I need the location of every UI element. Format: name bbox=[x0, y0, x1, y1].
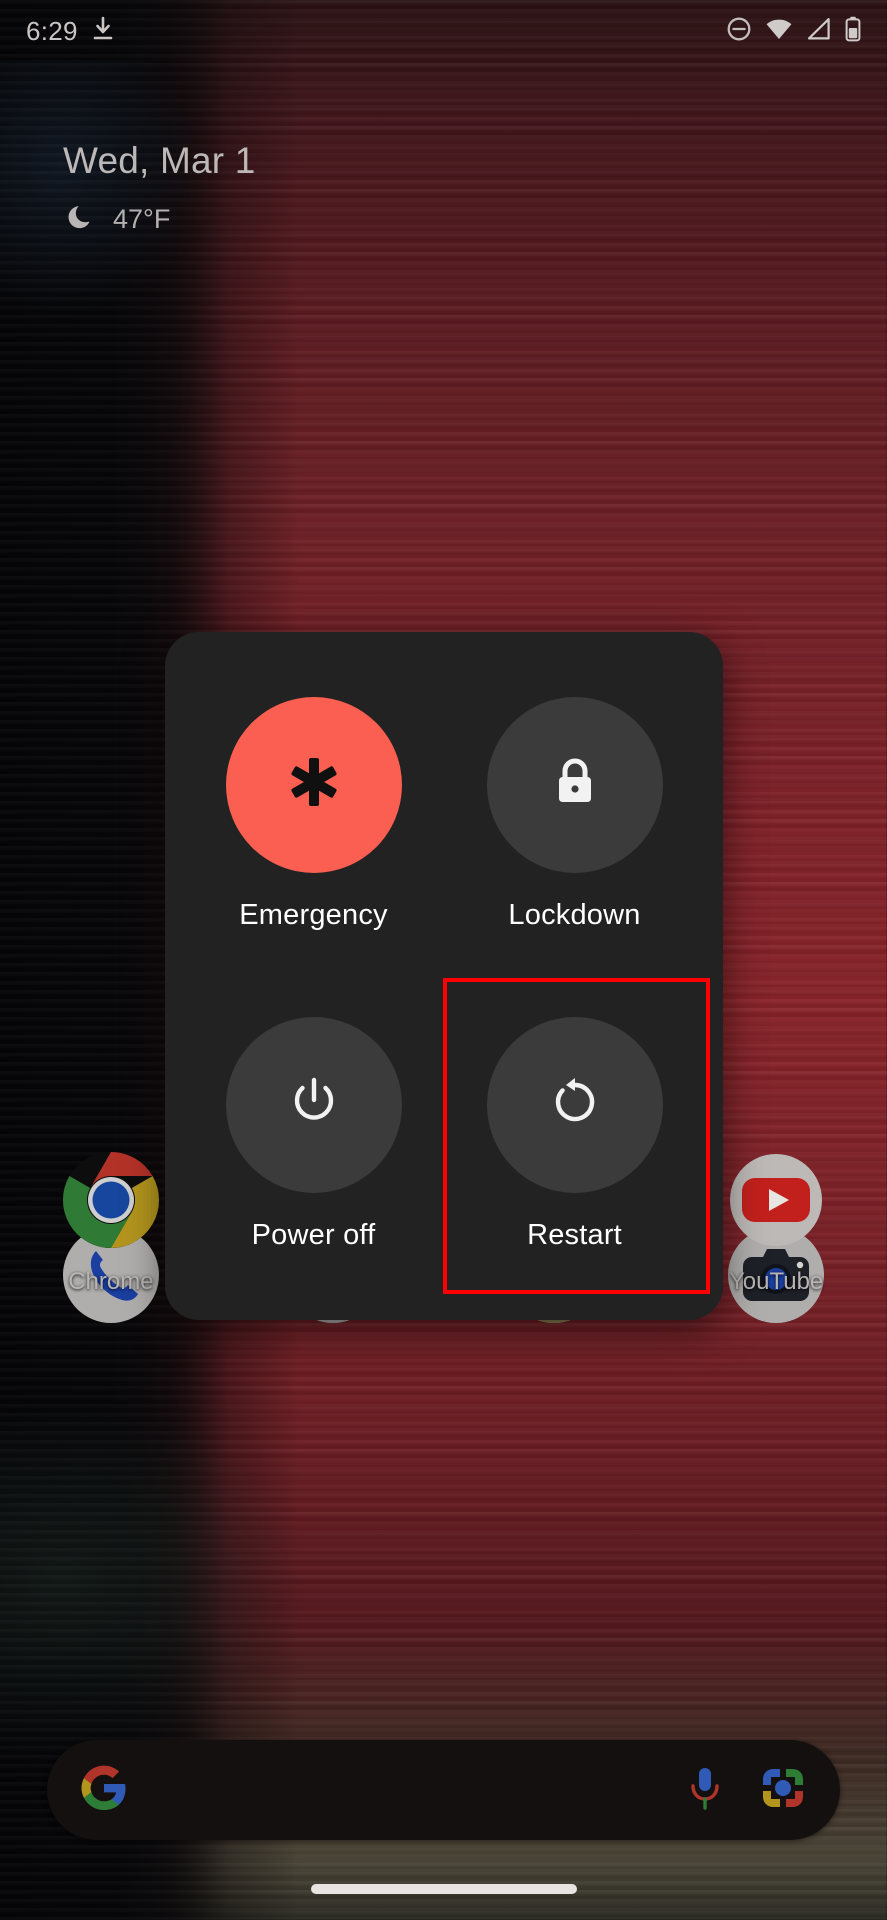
temperature-label: 47°F bbox=[113, 204, 171, 234]
power-off-button[interactable] bbox=[225, 1016, 402, 1193]
download-icon bbox=[92, 16, 114, 47]
app-label: YouTube bbox=[728, 1268, 824, 1295]
lockdown-button[interactable] bbox=[486, 696, 663, 873]
google-search-bar[interactable] bbox=[47, 1740, 840, 1840]
status-bar-clock: 6:29 bbox=[26, 15, 78, 46]
chrome-icon[interactable] bbox=[61, 1150, 161, 1250]
status-bar: 6:29 bbox=[0, 0, 887, 62]
power-menu-item-emergency[interactable]: Emergency bbox=[183, 654, 444, 974]
lock-icon bbox=[552, 756, 598, 813]
wallpaper-green-tint bbox=[0, 1400, 300, 1760]
do-not-disturb-icon bbox=[726, 16, 752, 47]
search-actions bbox=[684, 1764, 806, 1817]
date-label: Wed, Mar 1 bbox=[63, 140, 256, 181]
restart-icon bbox=[550, 1076, 600, 1133]
youtube-icon[interactable] bbox=[726, 1150, 826, 1250]
microphone-icon[interactable] bbox=[684, 1764, 726, 1817]
power-menu-label: Lockdown bbox=[508, 898, 641, 931]
power-menu-label: Restart bbox=[527, 1218, 622, 1251]
power-menu-item-restart[interactable]: Restart bbox=[444, 974, 705, 1294]
cellular-signal-icon bbox=[806, 17, 832, 46]
power-icon bbox=[289, 1075, 339, 1134]
google-lens-icon[interactable] bbox=[760, 1765, 806, 1816]
status-bar-right bbox=[726, 16, 861, 47]
restart-button[interactable] bbox=[486, 1016, 663, 1193]
power-menu-item-power-off[interactable]: Power off bbox=[183, 974, 444, 1294]
at-a-glance-widget[interactable]: Wed, Mar 1 47°F bbox=[63, 140, 256, 239]
phone-screen: 6:29 Wed, Mar 1 47°F Chrome YouTube Emer… bbox=[0, 0, 887, 1920]
home-gesture-pill[interactable] bbox=[310, 1884, 577, 1894]
app-label: Chrome bbox=[68, 1268, 154, 1295]
google-g-icon bbox=[81, 1765, 127, 1816]
power-menu-label: Emergency bbox=[239, 898, 388, 931]
crescent-moon-icon bbox=[63, 200, 97, 239]
status-bar-left: 6:29 bbox=[26, 16, 114, 47]
power-menu-label: Power off bbox=[251, 1218, 376, 1251]
weather-row[interactable]: 47°F bbox=[63, 200, 256, 239]
battery-icon bbox=[845, 16, 861, 47]
power-menu-dialog: Emergency Lockdown Power off Restart bbox=[165, 632, 723, 1320]
star-of-life-icon bbox=[285, 753, 343, 816]
power-menu-grid: Emergency Lockdown Power off Restart bbox=[165, 632, 723, 1320]
power-menu-item-lockdown[interactable]: Lockdown bbox=[444, 654, 705, 974]
wifi-icon bbox=[765, 17, 793, 46]
emergency-button[interactable] bbox=[225, 696, 402, 873]
